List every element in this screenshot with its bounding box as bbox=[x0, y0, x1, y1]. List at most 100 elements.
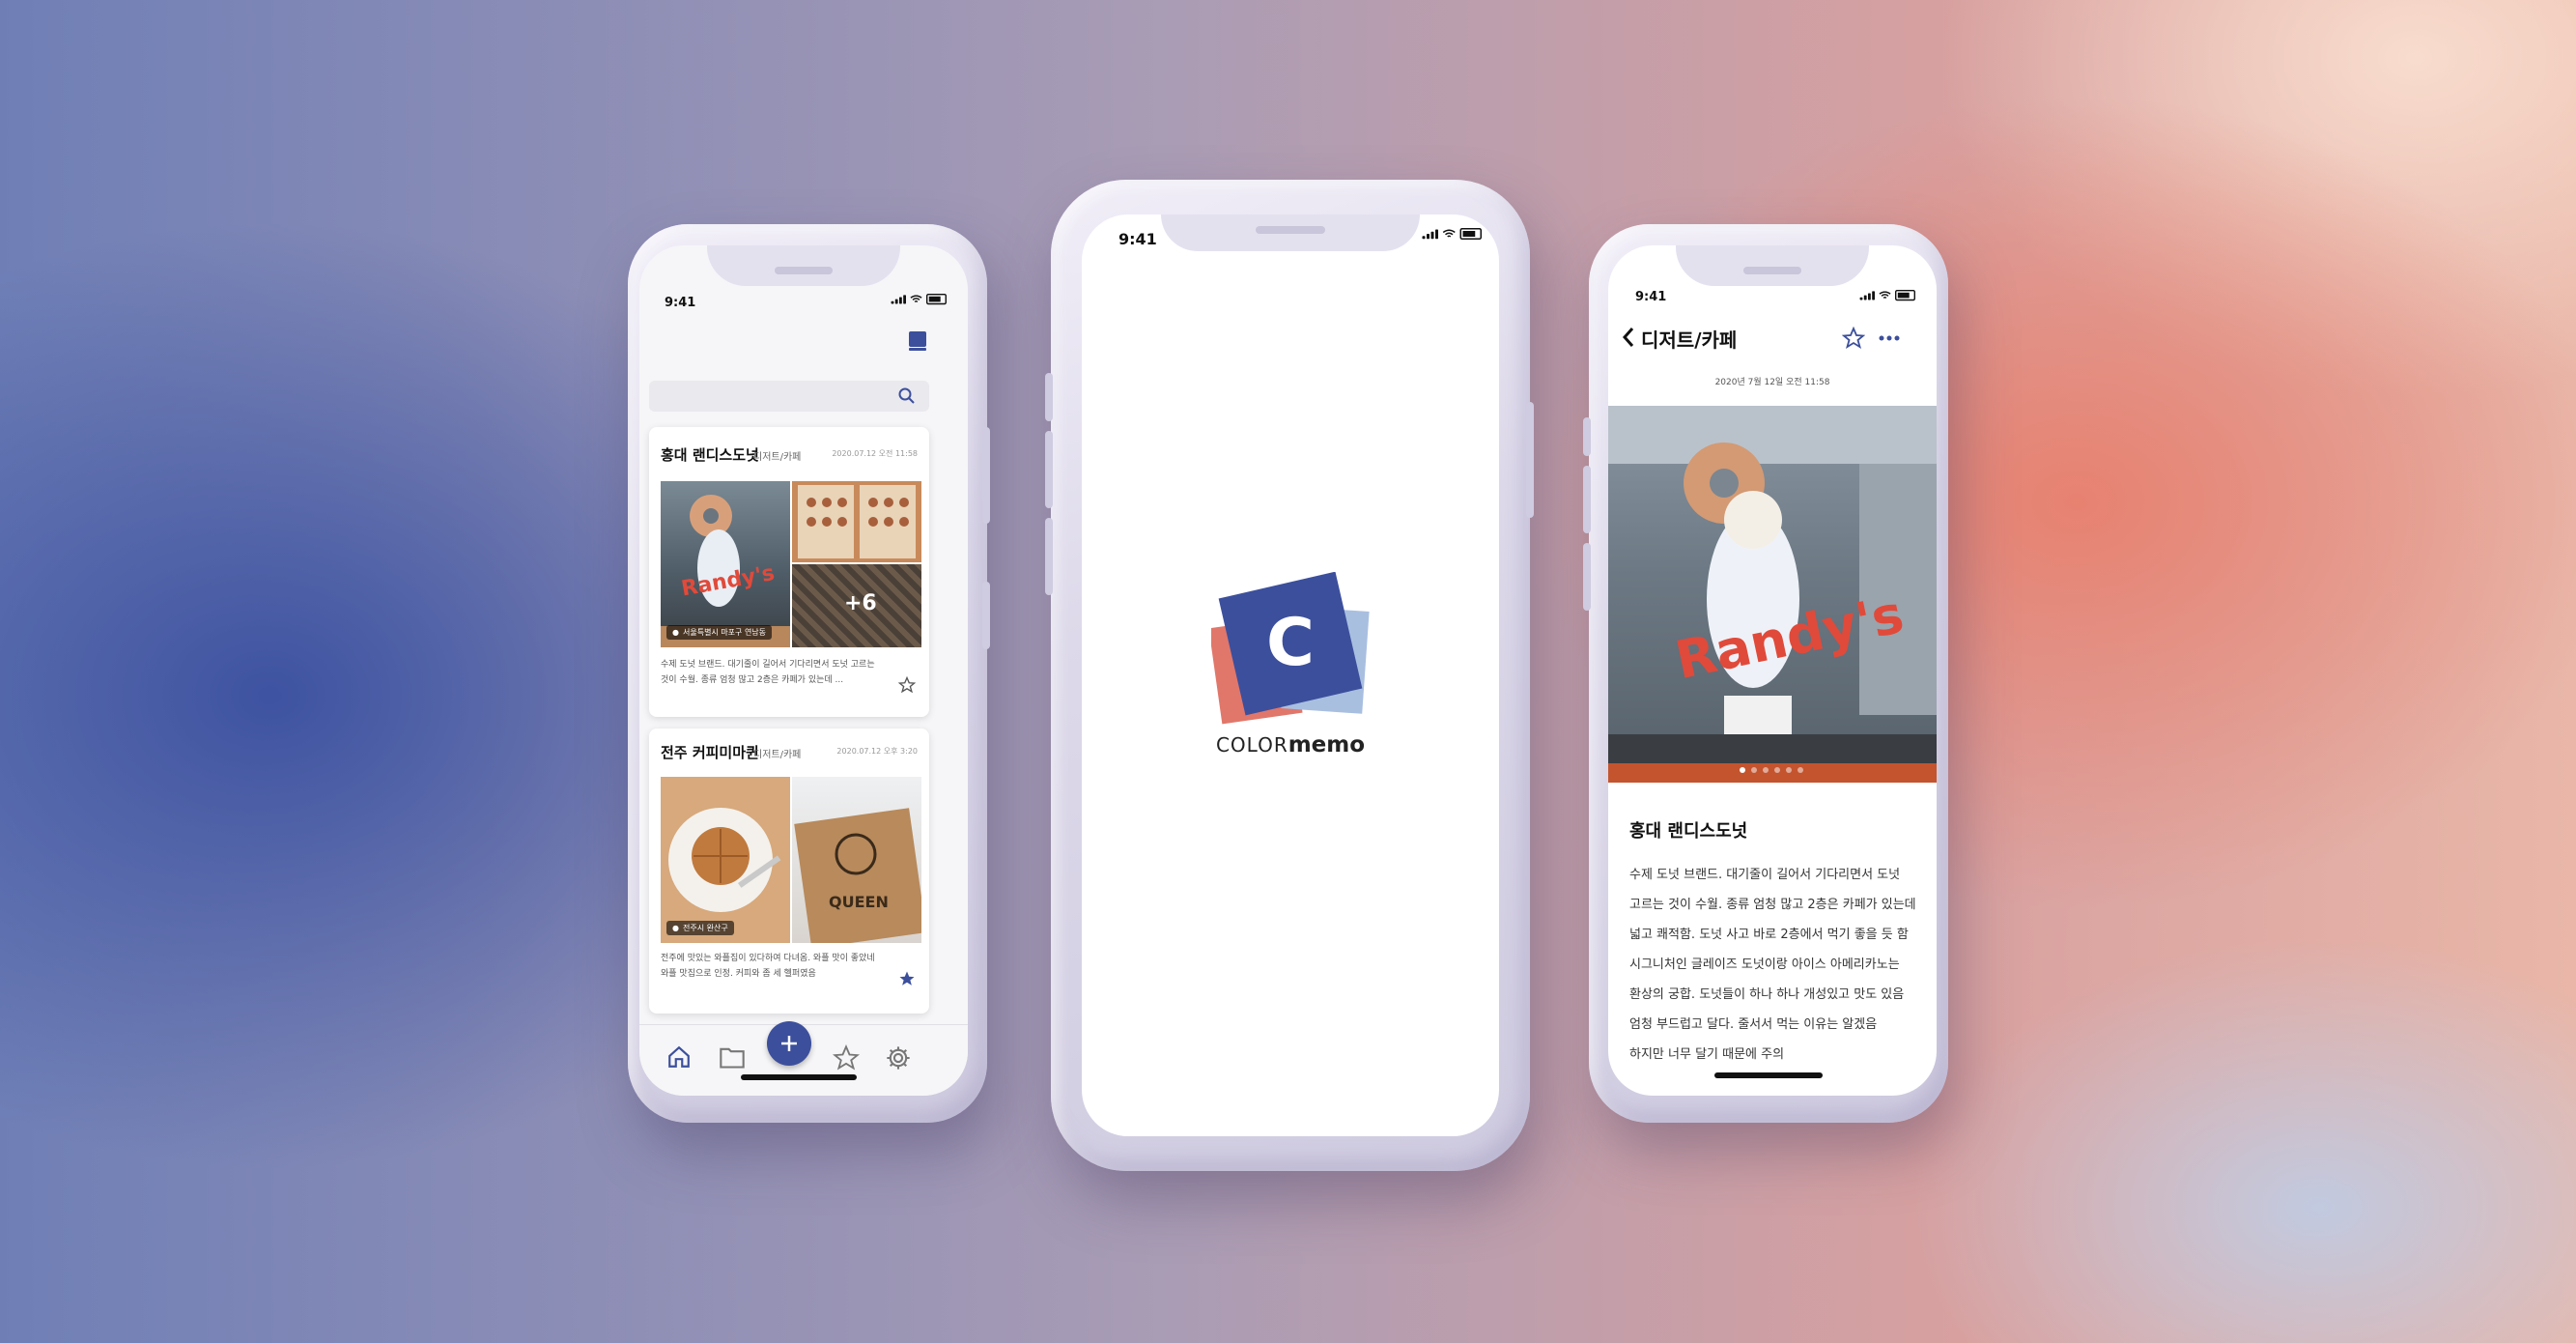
memo-body-line: 수제 도넛 브랜드. 대기줄이 길어서 기다리면서 도넛 bbox=[1629, 868, 1901, 882]
side-button bbox=[982, 427, 990, 524]
left-screen: 9:41 홍대 랜디스도넛 디저트/카페 2020.07.12 오전 11:58… bbox=[639, 245, 968, 1096]
queen-sign-graphic: QUEEN bbox=[794, 808, 921, 943]
photo-more[interactable]: +6 bbox=[792, 564, 921, 647]
star-outline-icon[interactable] bbox=[898, 676, 916, 694]
waffle-plate-graphic bbox=[668, 808, 781, 912]
search-input[interactable] bbox=[649, 381, 929, 412]
star-nav-icon[interactable] bbox=[833, 1044, 860, 1072]
status-icons bbox=[891, 294, 947, 305]
back-chevron-icon[interactable] bbox=[1622, 327, 1635, 348]
memo-title: 홍대 랜디스도넛 bbox=[661, 446, 759, 464]
notch bbox=[707, 245, 900, 286]
center-phone: 9:41 C COLORmemo bbox=[1045, 180, 1534, 1171]
memo-date: 2020년 7월 12일 오전 11:58 bbox=[1714, 378, 1830, 387]
extra-photo-count: +6 bbox=[844, 591, 877, 615]
location-tag: ● 전주시 완산구 bbox=[666, 921, 734, 935]
memo-title: 홍대 랜디스도넛 bbox=[1629, 821, 1748, 842]
pin-icon: ● bbox=[672, 628, 679, 637]
memo-book-icon[interactable] bbox=[908, 330, 927, 352]
memo-preview-line: 수제 도넛 브랜드. 대기줄이 길어서 기다리면서 도넛 고르는 bbox=[661, 660, 875, 670]
location-tag: ● 서울특별시 마포구 연남동 bbox=[666, 625, 773, 640]
home-icon[interactable] bbox=[666, 1044, 692, 1070]
left-phone: 9:41 홍대 랜디스도넛 디저트/카페 2020.07.12 오전 11:58… bbox=[628, 224, 990, 1123]
memo-card[interactable]: 전주 커피미마퀸 디저트/카페 2020.07.12 오후 3:20 ● 전주시 … bbox=[649, 729, 929, 1014]
carousel-dot[interactable] bbox=[1774, 767, 1780, 773]
status-time: 9:41 bbox=[1635, 290, 1667, 304]
side-button bbox=[1583, 417, 1591, 456]
carousel-dot[interactable] bbox=[1763, 767, 1769, 773]
folder-icon[interactable] bbox=[719, 1044, 746, 1070]
status-icons bbox=[1422, 228, 1482, 240]
memo-title: 전주 커피미마퀸 bbox=[661, 744, 759, 761]
search-icon[interactable] bbox=[898, 387, 916, 405]
more-dots-icon[interactable] bbox=[1879, 335, 1900, 341]
photo-second[interactable]: QUEEN bbox=[792, 777, 921, 943]
side-button bbox=[1583, 543, 1591, 611]
side-button bbox=[1583, 466, 1591, 533]
speaker bbox=[775, 267, 833, 274]
signal-icon bbox=[1422, 229, 1438, 239]
memo-body-line: 넓고 쾌적함. 도넛 사고 바로 2층에서 먹기 좋을 듯 함 bbox=[1629, 928, 1909, 942]
memo-preview: 전주에 맛있는 와플집이 있다하여 다녀옴. 와플 맛이 좋았네 와플 맛집으로… bbox=[661, 951, 902, 982]
side-button bbox=[982, 582, 990, 649]
photo-main[interactable]: ● 전주시 완산구 bbox=[661, 777, 790, 943]
carousel-dot[interactable] bbox=[1786, 767, 1792, 773]
bottom-nav bbox=[639, 1021, 968, 1096]
side-button bbox=[1045, 431, 1053, 508]
memo-body-line: 시그니처인 글레이즈 도넛이랑 아이스 아메리카노는 bbox=[1629, 957, 1900, 972]
signal-icon bbox=[891, 295, 906, 304]
wifi-icon bbox=[1442, 229, 1456, 238]
memo-body-line: 하지만 너무 달기 때문에 주의 bbox=[1629, 1047, 1785, 1062]
battery-icon bbox=[1459, 228, 1482, 240]
menu-board-graphic bbox=[798, 485, 916, 558]
carousel-dots[interactable] bbox=[1740, 767, 1803, 773]
side-button bbox=[1526, 402, 1534, 518]
notch bbox=[1676, 245, 1869, 286]
memo-date: 2020.07.12 오전 11:58 bbox=[832, 449, 918, 458]
svg-text:QUEEN: QUEEN bbox=[829, 893, 889, 911]
carousel-dot[interactable] bbox=[1798, 767, 1803, 773]
status-icons bbox=[1859, 290, 1915, 301]
signal-icon bbox=[1859, 291, 1875, 300]
add-memo-button[interactable] bbox=[767, 1021, 811, 1066]
randys-storefront-graphic: Randy's bbox=[1608, 406, 1937, 783]
memo-category: 디저트/카페 bbox=[753, 750, 802, 760]
battery-icon bbox=[926, 294, 947, 305]
settings-gear-icon[interactable] bbox=[885, 1044, 912, 1072]
brand-wordmark: COLORmemo bbox=[1082, 732, 1499, 757]
randys-donut-graphic: Randy's bbox=[661, 495, 790, 647]
battery-icon bbox=[1895, 290, 1915, 301]
header-title: 디저트/카페 bbox=[1641, 329, 1738, 352]
colormemo-logo-icon: C bbox=[1211, 572, 1370, 725]
memo-date: 2020.07.12 오후 3:20 bbox=[836, 747, 918, 756]
wifi-icon bbox=[910, 295, 922, 302]
memo-body-line: 엄청 부드럽고 달다. 줄서서 먹는 이유는 알겠음 bbox=[1629, 1017, 1878, 1032]
memo-category: 디저트/카페 bbox=[753, 452, 802, 463]
brand-memo-word: memo bbox=[1288, 732, 1366, 757]
speaker bbox=[1743, 267, 1801, 274]
brand-color-word: COLOR bbox=[1215, 733, 1288, 757]
memo-preview-line: 것이 수월. 종류 엄청 많고 2층은 카페가 있는데 ... bbox=[661, 675, 844, 685]
star-outline-icon[interactable] bbox=[1842, 327, 1865, 350]
photo-main[interactable]: Randy's ● 서울특별시 마포구 연남동 bbox=[661, 481, 790, 647]
memo-body: 수제 도넛 브랜드. 대기줄이 길어서 기다리면서 도넛 고르는 것이 수월. … bbox=[1629, 860, 1929, 1070]
status-time: 9:41 bbox=[665, 296, 696, 310]
home-indicator[interactable] bbox=[741, 1074, 857, 1080]
carousel-dot[interactable] bbox=[1740, 767, 1745, 773]
star-filled-icon[interactable] bbox=[898, 970, 916, 987]
memo-preview-line: 와플 맛집으로 인정. 커피와 좀 세 헬퍼였음 bbox=[661, 969, 816, 979]
home-indicator[interactable] bbox=[1714, 1072, 1823, 1078]
memo-preview: 수제 도넛 브랜드. 대기줄이 길어서 기다리면서 도넛 고르는 것이 수월. … bbox=[661, 657, 902, 688]
location-text: 서울특별시 마포구 연남동 bbox=[682, 628, 767, 637]
wifi-icon bbox=[1879, 291, 1891, 299]
memo-body-line: 환상의 궁합. 도넛들이 하나 하나 개성있고 맛도 있음 bbox=[1629, 987, 1905, 1002]
side-button bbox=[1045, 373, 1053, 421]
right-screen: 9:41 디저트/카페 2020년 7월 12일 오전 11:58 Randy'… bbox=[1608, 245, 1937, 1096]
memo-card[interactable]: 홍대 랜디스도넛 디저트/카페 2020.07.12 오전 11:58 Rand… bbox=[649, 427, 929, 717]
photo-menu[interactable] bbox=[792, 481, 921, 562]
status-time: 9:41 bbox=[1118, 230, 1157, 248]
memo-body-line: 고르는 것이 수월. 종류 엄청 많고 2층은 카페가 있는데 bbox=[1629, 898, 1916, 912]
pin-icon: ● bbox=[672, 924, 679, 932]
photo-carousel[interactable]: Randy's bbox=[1608, 406, 1937, 783]
carousel-dot[interactable] bbox=[1751, 767, 1757, 773]
